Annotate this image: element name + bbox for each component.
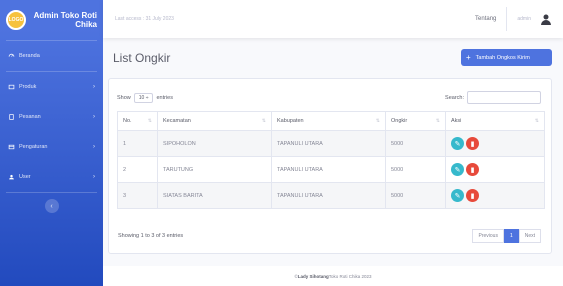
cell-actions: ✎ ▮ [445,130,545,157]
sidebar: LOGO Admin Toko Roti Chika Beranda Produ… [0,0,103,286]
cell-actions: ✎ ▮ [445,156,545,183]
cell-ongkir: 5000 [385,130,446,157]
cell-kecamatan: SIATAS BARITA [157,182,272,209]
chevron-right-icon: › [93,84,95,90]
cell-ongkir: 5000 [385,156,446,183]
trash-icon: ▮ [470,166,475,174]
table-controls: Show 10 ÷ entries Search: [117,91,541,104]
sort-icon: ⇅ [375,118,380,124]
sort-icon: ⇅ [261,118,266,124]
col-header-kabupaten[interactable]: Kabupaten ⇅ [271,111,386,131]
sidebar-item-pesanan[interactable]: Pesanan › [0,102,103,132]
pagination-page[interactable]: 1 [503,229,519,243]
footer-author: Lady Sihotang [297,273,329,279]
table-row: 1 SIPOHOLON TAPANULI UTARA 5000 ✎ ▮ [117,130,545,157]
delete-button[interactable]: ▮ [466,163,479,176]
shipping-table: No. ⇅ Kecamatan ⇅ Kabupaten ⇅ Ongkir ⇅ Aksi ⇅… [117,111,545,209]
sort-icon: ⇅ [435,118,440,124]
add-shipping-cost-button[interactable]: + Tambah Ongkos Kirim [461,49,552,66]
cell-ongkir: 5000 [385,182,446,209]
col-header-label: Aksi [451,118,462,124]
sidebar-item-pengaturan[interactable]: Pengaturan › [0,132,103,162]
col-header-label: No. [123,118,132,124]
table-header-row: No. ⇅ Kecamatan ⇅ Kabupaten ⇅ Ongkir ⇅ Aksi ⇅ [117,111,545,131]
edit-button[interactable]: ✎ [451,137,464,150]
sidebar-item-label: Produk [19,84,37,90]
table-row: 3 SIATAS BARITA TAPANULI UTARA 5000 ✎ ▮ [117,182,545,209]
cell-no: 1 [117,130,158,157]
sort-icon: ⇅ [534,118,539,124]
cell-no: 2 [117,156,158,183]
orders-icon [9,114,14,120]
search-label: Search: [445,94,464,101]
pencil-icon: ✎ [454,140,461,148]
footer: © Lady Sihotang Toko Roti Chika 2023 [103,266,563,286]
users-icon [9,174,14,180]
products-icon [8,84,15,90]
sidebar-divider [6,192,97,193]
last-access-text: Last access : 31 July 2023 [115,16,174,22]
chevron-right-icon: › [93,174,95,180]
edit-button[interactable]: ✎ [451,163,464,176]
col-header-aksi[interactable]: Aksi ⇅ [445,111,545,131]
col-header-label: Kecamatan [163,118,191,124]
delete-button[interactable]: ▮ [466,137,479,150]
delete-button[interactable]: ▮ [466,189,479,202]
settings-icon [8,144,15,150]
cell-actions: ✎ ▮ [445,182,545,209]
user-name[interactable]: admin [517,16,531,22]
sidebar-toggle-button[interactable]: ‹ [44,199,59,213]
sidebar-item-user[interactable]: User › [0,162,103,192]
sidebar-item-produk[interactable]: Produk › [0,72,103,102]
pagination-next[interactable]: Next [518,229,541,243]
cell-kecamatan: SIPOHOLON [157,130,272,157]
col-header-kecamatan[interactable]: Kecamatan ⇅ [157,111,272,131]
cell-kabupaten: TAPANULI UTARA [271,182,386,209]
sidebar-item-label: Beranda [19,53,40,59]
footer-rest: Toko Roti Chika 2023 [328,273,372,279]
pencil-icon: ✎ [454,166,461,174]
page-title: List Ongkir [113,51,171,65]
pagination: Previous 1 Next [472,229,541,243]
col-header-no[interactable]: No. ⇅ [117,111,158,131]
brand-logo: LOGO [6,10,26,30]
pencil-icon: ✎ [454,192,461,200]
pagination-previous[interactable]: Previous [472,229,504,243]
sidebar-item-label: User [19,174,31,180]
sidebar-brand[interactable]: LOGO Admin Toko Roti Chika [0,0,103,40]
sidebar-item-beranda[interactable]: Beranda [0,41,103,71]
user-icon[interactable] [541,14,551,25]
nav-link-tentang[interactable]: Tentang [475,16,496,22]
entries-label: entries [156,94,173,101]
plus-icon: + [466,53,471,62]
brand-title: Admin Toko Roti Chika [33,11,97,29]
add-button-label: Tambah Ongkos Kirim [475,54,530,61]
cell-kabupaten: TAPANULI UTARA [271,156,386,183]
sort-icon: ⇅ [147,118,152,124]
search-input[interactable] [467,91,541,104]
topbar-divider [506,7,508,31]
col-header-ongkir[interactable]: Ongkir ⇅ [385,111,446,131]
cell-no: 3 [117,182,158,209]
trash-icon: ▮ [470,192,475,200]
cell-kecamatan: TARUTUNG [157,156,272,183]
show-label: Show [117,94,131,101]
col-header-label: Kabupaten [277,118,304,124]
col-header-label: Ongkir [391,118,408,124]
topbar-nav: Tentang admin [475,7,551,31]
sidebar-item-label: Pesanan [19,114,41,120]
edit-button[interactable]: ✎ [451,189,464,202]
shipping-table-card: Show 10 ÷ entries Search: No. ⇅ Kecamatan… [108,78,552,254]
entries-select[interactable]: 10 ÷ [133,92,154,103]
table-info: Showing 1 to 3 of 3 entries [118,233,184,239]
trash-icon: ▮ [470,140,475,148]
cell-kabupaten: TAPANULI UTARA [271,130,386,157]
sidebar-item-label: Pengaturan [19,144,48,150]
topbar: Last access : 31 July 2023 Tentang admin [103,0,563,38]
chevron-right-icon: › [93,114,95,120]
table-row: 2 TARUTUNG TAPANULI UTARA 5000 ✎ ▮ [117,156,545,183]
dashboard-icon [8,53,15,57]
chevron-right-icon: › [93,144,95,150]
